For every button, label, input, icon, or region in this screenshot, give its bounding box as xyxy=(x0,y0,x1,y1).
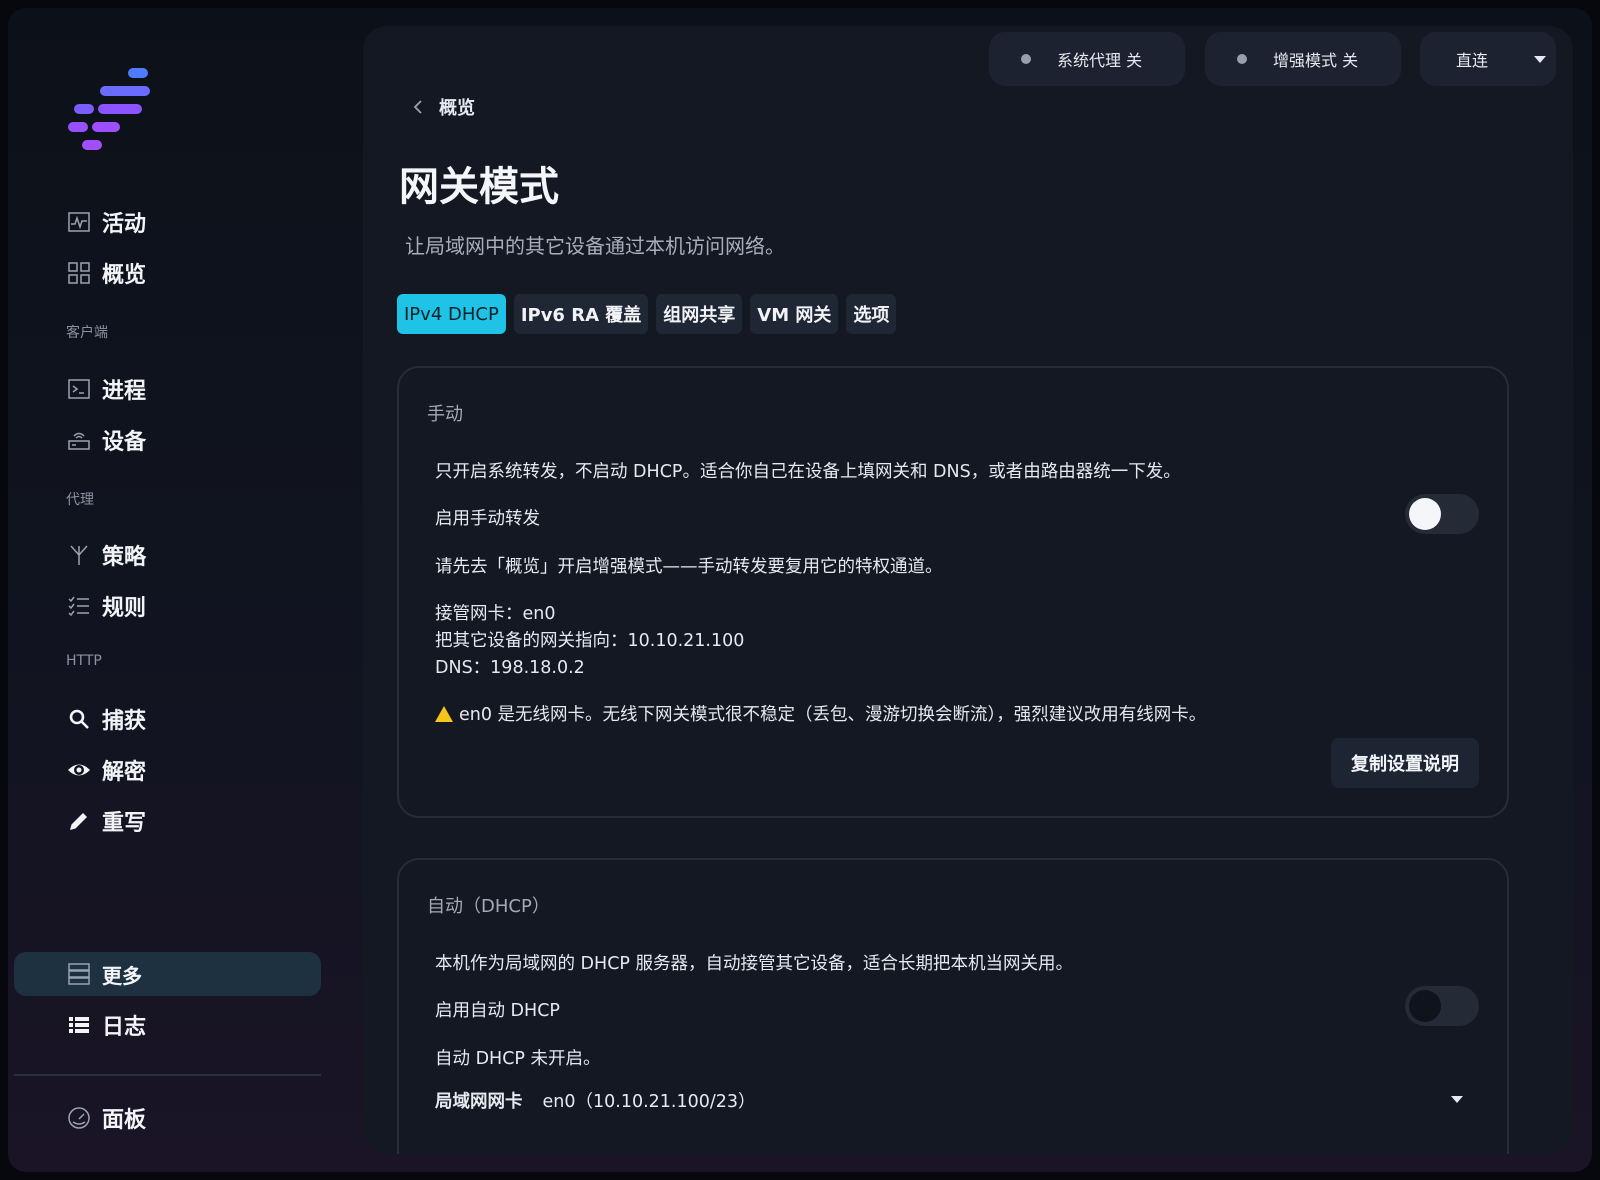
router-icon xyxy=(66,427,92,453)
pencil-icon xyxy=(66,808,92,834)
sidebar-item-label: 解密 xyxy=(102,760,147,785)
sidebar-item-label: 活动 xyxy=(102,212,147,237)
chevron-down-icon[interactable] xyxy=(1451,1096,1463,1103)
tab-vm-gateway[interactable]: VM 网关 xyxy=(750,294,839,334)
app-logo xyxy=(68,68,164,164)
checklist-icon xyxy=(66,593,92,619)
status-dot xyxy=(1021,54,1031,64)
sidebar-active-highlight xyxy=(14,952,321,996)
page-subtitle: 让局域网中的其它设备通过本机访问网络。 xyxy=(405,234,785,258)
sidebar-item-policies[interactable]: 策略 xyxy=(66,535,146,575)
manual-card: 手动 只开启系统转发，不启动 DHCP。适合你自己在设备上填网关和 DNS，或者… xyxy=(397,366,1509,818)
outbound-mode-select[interactable]: 直连 xyxy=(1420,32,1556,86)
card-title: 自动（DHCP） xyxy=(427,896,550,917)
sidebar-divider xyxy=(14,1074,321,1076)
sidebar-item-rewrite[interactable]: 重写 xyxy=(66,801,146,841)
sidebar-item-label: 进程 xyxy=(102,379,147,404)
sidebar: 活动 概览 客户端 进程 设备 代理 策略 规则 HTTP 捕获 解密 重写 更… xyxy=(8,8,353,1172)
page-title: 网关模式 xyxy=(399,164,559,210)
back-label: 概览 xyxy=(439,98,475,119)
auto-status: 自动 DHCP 未开启。 xyxy=(435,1049,601,1069)
system-proxy-toggle[interactable]: 系统代理 关 xyxy=(989,32,1185,86)
auto-dhcp-toggle[interactable] xyxy=(1405,986,1479,1026)
back-link[interactable]: 概览 xyxy=(411,94,475,120)
sidebar-item-more[interactable]: 更多 xyxy=(66,954,142,994)
gateway-line: 把其它设备的网关指向：10.10.21.100 xyxy=(435,631,745,651)
sidebar-item-label: 日志 xyxy=(102,1015,147,1040)
sidebar-item-label: 面板 xyxy=(102,1108,147,1133)
sidebar-item-label: 重写 xyxy=(102,811,147,836)
sidebar-item-label: 捕获 xyxy=(102,709,147,734)
tab-bar: IPv4 DHCP IPv6 RA 覆盖 组网共享 VM 网关 选项 xyxy=(397,294,897,334)
chevron-down-icon xyxy=(1534,56,1546,63)
tab-options[interactable]: 选项 xyxy=(846,294,897,334)
gauge-icon xyxy=(66,1105,92,1131)
chevron-left-icon xyxy=(413,100,422,114)
sidebar-item-label: 设备 xyxy=(102,430,147,455)
manual-toggle-label: 启用手动转发 xyxy=(435,509,540,529)
fork-icon xyxy=(66,542,92,568)
manual-forward-toggle[interactable] xyxy=(1405,494,1479,534)
dns-line: DNS：198.18.0.2 xyxy=(435,658,585,678)
auto-description: 本机作为局域网的 DHCP 服务器，自动接管其它设备，适合长期把本机当网关用。 xyxy=(435,954,1074,974)
sidebar-item-logs[interactable]: 日志 xyxy=(66,1005,146,1045)
copy-instructions-button[interactable]: 复制设置说明 xyxy=(1331,738,1479,788)
tab-ipv4-dhcp[interactable]: IPv4 DHCP xyxy=(397,294,506,334)
sidebar-item-label: 概览 xyxy=(102,263,147,288)
terminal-icon xyxy=(66,376,92,402)
sidebar-item-label: 策略 xyxy=(102,545,147,570)
sidebar-item-capture[interactable]: 捕获 xyxy=(66,699,146,739)
auto-toggle-label: 启用自动 DHCP xyxy=(435,1001,560,1021)
manual-description: 只开启系统转发，不启动 DHCP。适合你自己在设备上填网关和 DNS，或者由路由… xyxy=(435,462,1181,482)
lan-interface-row[interactable]: 局域网网卡 en0（10.10.21.100/23） xyxy=(435,1088,756,1113)
enhanced-mode-toggle[interactable]: 增强模式 关 xyxy=(1205,32,1401,86)
list-icon xyxy=(66,1012,92,1038)
sidebar-item-rules[interactable]: 规则 xyxy=(66,586,146,626)
sidebar-item-processes[interactable]: 进程 xyxy=(66,369,146,409)
lan-interface-label: 局域网网卡 xyxy=(435,1092,523,1112)
wireless-warning: en0 是无线网卡。无线下网关模式很不稳定（丢包、漫游切换会断流），强烈建议改用… xyxy=(435,701,1206,726)
section-label-client: 客户端 xyxy=(66,325,108,341)
warning-text: en0 是无线网卡。无线下网关模式很不稳定（丢包、漫游切换会断流），强烈建议改用… xyxy=(459,705,1207,725)
sidebar-item-label: 规则 xyxy=(102,596,147,621)
app-window: 活动 概览 客户端 进程 设备 代理 策略 规则 HTTP 捕获 解密 重写 更… xyxy=(8,8,1592,1172)
tab-ipv6-ra[interactable]: IPv6 RA 覆盖 xyxy=(513,294,649,334)
sidebar-item-label: 更多 xyxy=(102,963,142,988)
grid-icon xyxy=(66,260,92,286)
enhanced-mode-label: 增强模式 关 xyxy=(1273,51,1359,70)
tab-network-sharing[interactable]: 组网共享 xyxy=(656,294,743,334)
toggle-knob xyxy=(1409,498,1441,530)
outbound-mode-value: 直连 xyxy=(1456,51,1489,70)
auto-dhcp-card: 自动（DHCP） 本机作为局域网的 DHCP 服务器，自动接管其它设备，适合长期… xyxy=(397,858,1509,1154)
sidebar-item-overview[interactable]: 概览 xyxy=(66,253,146,293)
sidebar-item-dashboard[interactable]: 面板 xyxy=(66,1098,146,1138)
card-title: 手动 xyxy=(427,404,463,425)
interface-line: 接管网卡：en0 xyxy=(435,604,556,624)
server-icon xyxy=(66,961,92,987)
section-label-proxy: 代理 xyxy=(66,492,94,508)
system-proxy-label: 系统代理 关 xyxy=(1057,51,1143,70)
main-panel: 系统代理 关 增强模式 关 直连 概览 网关模式 让局域网中的其它设备通过本机访… xyxy=(363,26,1573,1154)
warning-icon xyxy=(435,706,453,722)
search-icon xyxy=(66,706,92,732)
activity-icon xyxy=(66,209,92,235)
lan-interface-value: en0（10.10.21.100/23） xyxy=(542,1092,756,1112)
status-dot xyxy=(1237,54,1247,64)
section-label-http: HTTP xyxy=(66,653,102,669)
sidebar-item-decrypt[interactable]: 解密 xyxy=(66,750,146,790)
sidebar-item-activity[interactable]: 活动 xyxy=(66,202,146,242)
toggle-knob xyxy=(1409,990,1441,1022)
eye-icon xyxy=(66,757,92,783)
sidebar-item-devices[interactable]: 设备 xyxy=(66,420,146,460)
manual-notice: 请先去「概览」开启增强模式——手动转发要复用它的特权通道。 xyxy=(435,557,943,577)
